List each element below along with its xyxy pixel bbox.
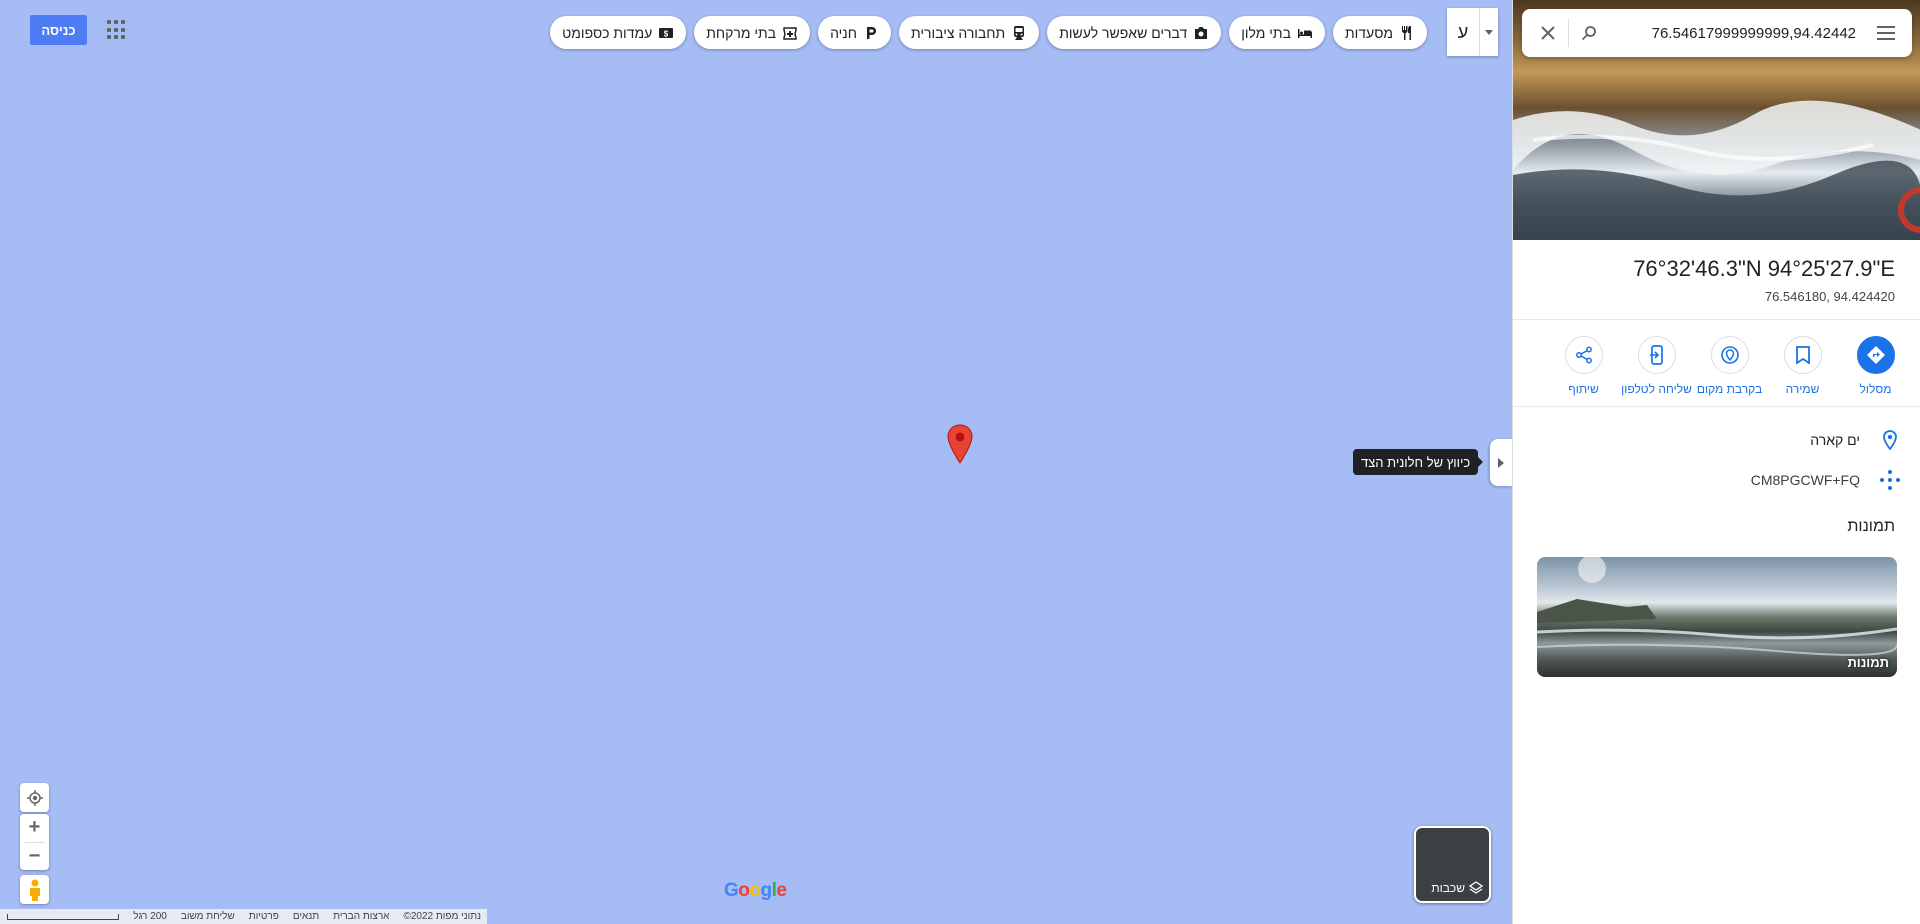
google-logo-letter: o bbox=[738, 880, 750, 901]
send-to-phone-icon bbox=[1649, 345, 1663, 365]
search-divider bbox=[1568, 19, 1569, 47]
divider bbox=[1513, 319, 1920, 320]
action-label: מסלול bbox=[1859, 382, 1892, 396]
place-decimal-coords: 76.546180, 94.424420 bbox=[1764, 289, 1895, 304]
parking-icon bbox=[866, 26, 876, 39]
chevron-down-icon[interactable] bbox=[1479, 8, 1498, 56]
footer-region-link[interactable]: ארצות הברית bbox=[333, 911, 389, 922]
chip-label: בתי מלון bbox=[1241, 24, 1291, 41]
send-to-phone-button[interactable]: שליחה לטלפון bbox=[1620, 336, 1693, 396]
chip-label: חניה bbox=[830, 24, 857, 41]
plus-code-icon bbox=[1880, 470, 1900, 490]
chip-label: תחבורה ציבורית bbox=[910, 24, 1006, 41]
layers-label-group: שכבות bbox=[1431, 881, 1483, 895]
directions-icon bbox=[1866, 346, 1885, 364]
google-logo-letter: e bbox=[776, 880, 787, 901]
footer-privacy-link[interactable]: פרטיות bbox=[249, 911, 279, 922]
chip-things-to-do[interactable]: דברים שאפשר לעשות bbox=[1047, 16, 1222, 49]
divider bbox=[1513, 406, 1920, 407]
nearby-button[interactable]: בקרבת מקום bbox=[1693, 336, 1766, 396]
search-icon[interactable] bbox=[1573, 17, 1605, 49]
share-button[interactable]: שיתוף bbox=[1547, 336, 1620, 396]
chip-label: דברים שאפשר לעשות bbox=[1059, 24, 1188, 41]
map-footer: נתוני מפות ‎©2022 ארצות הברית תנאים פרטי… bbox=[0, 909, 487, 924]
scale-bar bbox=[7, 913, 120, 920]
search-box bbox=[1522, 9, 1912, 57]
action-label: שליחה לטלפון bbox=[1621, 382, 1692, 396]
fork-knife-icon bbox=[1402, 25, 1411, 40]
side-panel: 76°32'46.3"N 94°25'27.9"E 76.546180, 94.… bbox=[1512, 0, 1920, 924]
layers-button[interactable]: שכבות bbox=[1414, 826, 1491, 903]
crosshair-icon bbox=[26, 789, 43, 806]
action-label: שמירה bbox=[1785, 382, 1820, 396]
hero-photo[interactable] bbox=[1513, 0, 1920, 240]
layers-label: שכבות bbox=[1431, 881, 1465, 895]
search-input[interactable] bbox=[1605, 24, 1864, 42]
chip-label: בתי מרקחת bbox=[706, 24, 777, 41]
photos-card-label: תמונות bbox=[1847, 655, 1889, 670]
chip-transit[interactable]: תחבורה ציבורית bbox=[898, 16, 1040, 49]
atm-icon: $ bbox=[659, 27, 674, 38]
street-view-pegman-icon[interactable] bbox=[20, 875, 49, 904]
menu-icon[interactable] bbox=[1870, 17, 1902, 49]
chip-restaurants[interactable]: מסעדות bbox=[1332, 16, 1427, 49]
plus-code: CM8PGCWF+FQ bbox=[1750, 472, 1860, 488]
map-pin-icon[interactable] bbox=[946, 424, 974, 464]
location-row[interactable]: ים קארה bbox=[1512, 420, 1920, 460]
chip-parking[interactable]: חניה bbox=[818, 16, 891, 49]
place-title: 76°32'46.3"N 94°25'27.9"E bbox=[1633, 256, 1895, 281]
google-apps-icon[interactable] bbox=[107, 20, 127, 40]
chip-label: עמדות כספומט bbox=[562, 24, 653, 41]
nearby-icon bbox=[1720, 346, 1739, 364]
footer-map-data: נתוני מפות ‎©2022 bbox=[403, 911, 481, 922]
layers-icon bbox=[1469, 881, 1483, 894]
action-label: שיתוף bbox=[1568, 382, 1599, 396]
google-logo-letter: G bbox=[724, 880, 739, 901]
save-button[interactable]: שמירה bbox=[1766, 336, 1839, 396]
google-logo-letter: o bbox=[749, 880, 761, 901]
google-logo: Google bbox=[724, 880, 787, 902]
train-icon bbox=[1014, 25, 1025, 40]
pharmacy-icon bbox=[783, 26, 797, 40]
chip-label: מסעדות bbox=[1344, 24, 1393, 41]
svg-text:$: $ bbox=[664, 29, 669, 38]
location-pin-icon bbox=[1883, 430, 1897, 450]
my-location-button[interactable] bbox=[20, 783, 49, 812]
input-tools-dropdown[interactable]: ע bbox=[1447, 8, 1498, 56]
chip-pharmacies[interactable]: בתי מרקחת bbox=[694, 16, 811, 49]
close-icon[interactable] bbox=[1532, 17, 1564, 49]
input-tools-char: ע bbox=[1457, 21, 1469, 42]
action-buttons: מסלול שמירה בקרבת מקום שליחה לטלפון שיתו… bbox=[1547, 336, 1912, 396]
bookmark-icon bbox=[1795, 346, 1810, 364]
google-logo-letter: g bbox=[760, 880, 773, 901]
directions-button[interactable]: מסלול bbox=[1839, 336, 1912, 396]
share-icon bbox=[1575, 346, 1592, 364]
zoom-controls: + − bbox=[20, 814, 49, 870]
map-canvas[interactable]: כניסה ע מסעדות בתי מלון דברים שאפשר לעשו… bbox=[0, 0, 1512, 924]
plus-code-row[interactable]: CM8PGCWF+FQ bbox=[1512, 460, 1920, 500]
footer-terms-link[interactable]: תנאים bbox=[293, 911, 319, 922]
camera-icon bbox=[1195, 26, 1208, 39]
chip-hotels[interactable]: בתי מלון bbox=[1229, 16, 1325, 49]
action-label: בקרבת מקום bbox=[1696, 382, 1763, 396]
caret-right-icon bbox=[1498, 457, 1504, 468]
beach-photo-image bbox=[1537, 557, 1897, 656]
zoom-in-button[interactable]: + bbox=[20, 814, 49, 842]
footer-feedback-link[interactable]: שליחת משוב bbox=[181, 911, 235, 922]
photos-heading: תמונות bbox=[1847, 518, 1895, 535]
collapse-panel-tooltip: כיווץ של חלונית הצד bbox=[1353, 449, 1484, 475]
bed-icon bbox=[1297, 28, 1312, 38]
chip-atms[interactable]: $ עמדות כספומט bbox=[550, 16, 687, 49]
zoom-out-button[interactable]: − bbox=[20, 843, 49, 871]
collapse-panel-button[interactable] bbox=[1490, 439, 1512, 486]
location-name: ים קארה bbox=[1810, 432, 1860, 448]
photos-card[interactable]: תמונות bbox=[1537, 557, 1897, 677]
scale-label[interactable]: 200 רגל bbox=[133, 911, 167, 922]
signin-button[interactable]: כניסה bbox=[30, 15, 87, 45]
category-chips: מסעדות בתי מלון דברים שאפשר לעשות תחבורה… bbox=[550, 16, 1427, 49]
